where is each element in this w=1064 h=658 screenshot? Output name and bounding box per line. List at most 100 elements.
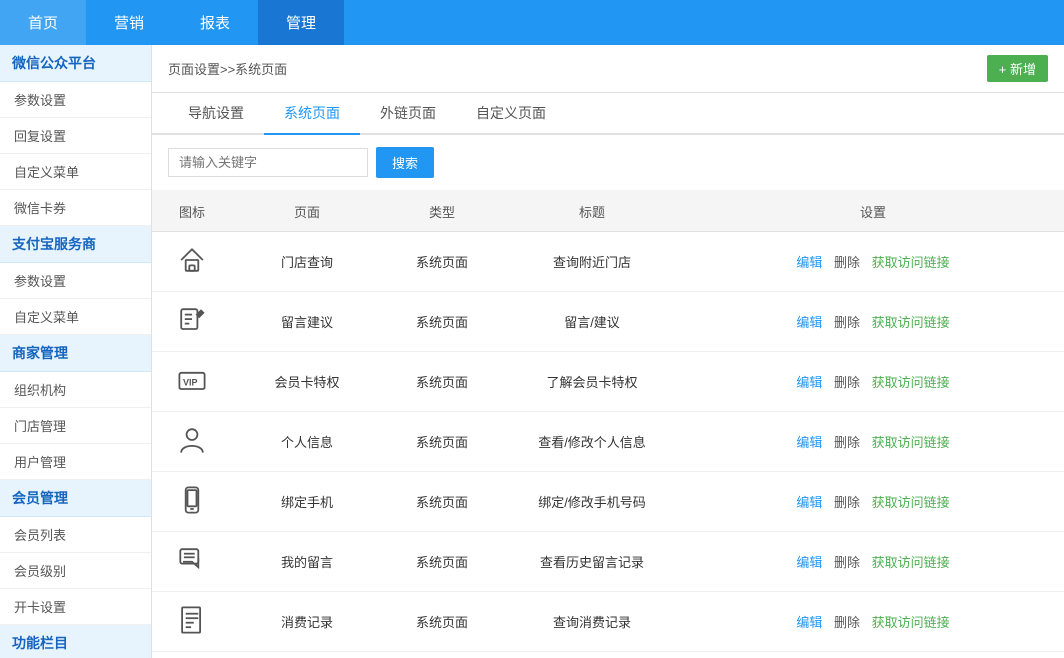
get-link-button[interactable]: 获取访问链接 xyxy=(872,615,950,630)
cell-actions: 编辑 删除 获取访问链接 xyxy=(682,292,1064,352)
svg-text:VIP: VIP xyxy=(183,377,198,387)
col-header-type: 类型 xyxy=(382,192,502,232)
sidebar-section-alipay: 支付宝服务商 xyxy=(0,226,151,263)
delete-button[interactable]: 删除 xyxy=(834,495,860,510)
edit-button[interactable]: 编辑 xyxy=(796,375,822,390)
delete-button[interactable]: 删除 xyxy=(834,255,860,270)
cell-icon xyxy=(152,592,232,652)
edit-button[interactable]: 编辑 xyxy=(796,555,822,570)
cell-actions: 编辑 删除 获取访问链接 xyxy=(682,412,1064,472)
table-row: VIP 会员卡特权 系统页面 了解会员卡特权 编辑 删除 获取访问链接 xyxy=(152,352,1064,412)
cell-type: 系统页面 xyxy=(382,652,502,658)
sidebar: 微信公众平台 参数设置 回复设置 自定义菜单 微信卡券 支付宝服务商 参数设置 … xyxy=(0,45,152,658)
sidebar-item-user[interactable]: 用户管理 xyxy=(0,444,151,480)
cell-page: 门店查询 xyxy=(232,232,382,292)
get-link-button[interactable]: 获取访问链接 xyxy=(872,375,950,390)
cell-page: 绑定手机 xyxy=(232,472,382,532)
sidebar-item-store[interactable]: 门店管理 xyxy=(0,408,151,444)
col-header-icon: 图标 xyxy=(152,192,232,232)
get-link-button[interactable]: 获取访问链接 xyxy=(872,555,950,570)
get-link-button[interactable]: 获取访问链接 xyxy=(872,315,950,330)
sidebar-item-member-list[interactable]: 会员列表 xyxy=(0,517,151,553)
cell-type: 系统页面 xyxy=(382,532,502,592)
edit-button[interactable]: 编辑 xyxy=(796,435,822,450)
table-row: 积分记录 系统页面 积分记录 编辑 删除 获取访问链接 xyxy=(152,652,1064,658)
cell-actions: 编辑 删除 获取访问链接 xyxy=(682,592,1064,652)
table-row: 门店查询 系统页面 查询附近门店 编辑 删除 获取访问链接 xyxy=(152,232,1064,292)
cell-title: 了解会员卡特权 xyxy=(502,352,682,412)
breadcrumb-text: 页面设置>>系统页面 xyxy=(168,59,287,78)
cell-icon xyxy=(152,232,232,292)
top-navigation: 首页 营销 报表 管理 xyxy=(0,0,1064,45)
cell-actions: 编辑 删除 获取访问链接 xyxy=(682,652,1064,658)
delete-button[interactable]: 删除 xyxy=(834,435,860,450)
sidebar-item-wechat-reply[interactable]: 回复设置 xyxy=(0,118,151,154)
table-row: 留言建议 系统页面 留言/建议 编辑 删除 获取访问链接 xyxy=(152,292,1064,352)
edit-button[interactable]: 编辑 xyxy=(796,255,822,270)
cell-title: 积分记录 xyxy=(502,652,682,658)
tab-external-pages[interactable]: 外链页面 xyxy=(360,93,456,135)
table-row: 消费记录 系统页面 查询消费记录 编辑 删除 获取访问链接 xyxy=(152,592,1064,652)
sidebar-section-member: 会员管理 xyxy=(0,480,151,517)
col-header-action: 设置 xyxy=(682,192,1064,232)
delete-button[interactable]: 删除 xyxy=(834,615,860,630)
cell-icon xyxy=(152,292,232,352)
nav-report[interactable]: 报表 xyxy=(172,0,258,45)
sidebar-item-alipay-menu[interactable]: 自定义菜单 xyxy=(0,299,151,335)
nav-marketing[interactable]: 营销 xyxy=(86,0,172,45)
cell-icon xyxy=(152,472,232,532)
cell-title: 查询消费记录 xyxy=(502,592,682,652)
tab-nav-settings[interactable]: 导航设置 xyxy=(168,93,264,135)
cell-actions: 编辑 删除 获取访问链接 xyxy=(682,232,1064,292)
cell-title: 查看/修改个人信息 xyxy=(502,412,682,472)
nav-home[interactable]: 首页 xyxy=(0,0,86,45)
sidebar-item-member-card[interactable]: 开卡设置 xyxy=(0,589,151,625)
sidebar-item-wechat-menu[interactable]: 自定义菜单 xyxy=(0,154,151,190)
get-link-button[interactable]: 获取访问链接 xyxy=(872,435,950,450)
cell-title: 留言/建议 xyxy=(502,292,682,352)
search-button[interactable]: 搜索 xyxy=(376,147,434,178)
delete-button[interactable]: 删除 xyxy=(834,555,860,570)
search-input[interactable] xyxy=(168,148,368,177)
cell-page: 积分记录 xyxy=(232,652,382,658)
col-header-title: 标题 xyxy=(502,192,682,232)
cell-icon: VIP xyxy=(152,352,232,412)
cell-page: 留言建议 xyxy=(232,292,382,352)
cell-title: 查询附近门店 xyxy=(502,232,682,292)
edit-button[interactable]: 编辑 xyxy=(796,495,822,510)
search-bar: 搜索 xyxy=(152,135,1064,190)
col-header-page: 页面 xyxy=(232,192,382,232)
cell-title: 查看历史留言记录 xyxy=(502,532,682,592)
cell-type: 系统页面 xyxy=(382,292,502,352)
get-link-button[interactable]: 获取访问链接 xyxy=(872,495,950,510)
cell-actions: 编辑 删除 获取访问链接 xyxy=(682,532,1064,592)
cell-icon xyxy=(152,652,232,658)
cell-page: 个人信息 xyxy=(232,412,382,472)
edit-button[interactable]: 编辑 xyxy=(796,315,822,330)
sidebar-section-wechat: 微信公众平台 xyxy=(0,45,151,82)
cell-icon xyxy=(152,412,232,472)
cell-title: 绑定/修改手机号码 xyxy=(502,472,682,532)
tab-bar: 导航设置 系统页面 外链页面 自定义页面 xyxy=(152,93,1064,135)
delete-button[interactable]: 删除 xyxy=(834,315,860,330)
tab-system-pages[interactable]: 系统页面 xyxy=(264,93,360,135)
sidebar-item-alipay-params[interactable]: 参数设置 xyxy=(0,263,151,299)
table-row: 个人信息 系统页面 查看/修改个人信息 编辑 删除 获取访问链接 xyxy=(152,412,1064,472)
cell-actions: 编辑 删除 获取访问链接 xyxy=(682,352,1064,412)
sidebar-item-wechat-params[interactable]: 参数设置 xyxy=(0,82,151,118)
delete-button[interactable]: 删除 xyxy=(834,375,860,390)
main-content: 页面设置>>系统页面 + 新增 导航设置 系统页面 外链页面 自定义页面 搜索 … xyxy=(152,45,1064,658)
edit-button[interactable]: 编辑 xyxy=(796,615,822,630)
cell-type: 系统页面 xyxy=(382,412,502,472)
cell-actions: 编辑 删除 获取访问链接 xyxy=(682,472,1064,532)
sidebar-item-org[interactable]: 组织机构 xyxy=(0,372,151,408)
get-link-button[interactable]: 获取访问链接 xyxy=(872,255,950,270)
tab-custom-pages[interactable]: 自定义页面 xyxy=(456,93,566,135)
main-layout: 微信公众平台 参数设置 回复设置 自定义菜单 微信卡券 支付宝服务商 参数设置 … xyxy=(0,45,1064,658)
nav-manage[interactable]: 管理 xyxy=(258,0,344,45)
sidebar-item-member-level[interactable]: 会员级别 xyxy=(0,553,151,589)
cell-icon xyxy=(152,532,232,592)
sidebar-item-wechat-coupon[interactable]: 微信卡券 xyxy=(0,190,151,226)
add-button[interactable]: + 新增 xyxy=(987,55,1048,82)
table-row: 我的留言 系统页面 查看历史留言记录 编辑 删除 获取访问链接 xyxy=(152,532,1064,592)
